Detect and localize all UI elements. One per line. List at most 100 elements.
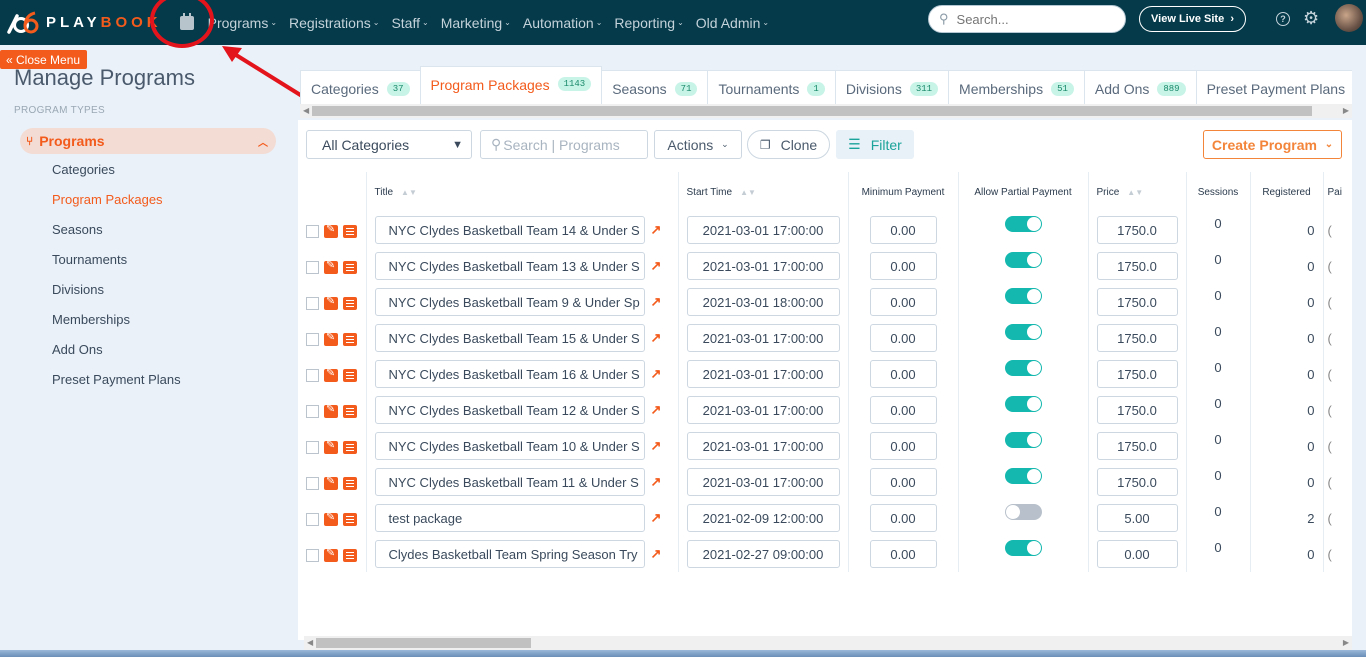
- scroll-left-icon[interactable]: ◀: [307, 636, 313, 650]
- tab-divisions[interactable]: Divisions 311: [834, 70, 950, 104]
- list-icon[interactable]: [343, 224, 357, 238]
- external-link-icon[interactable]: ↗: [651, 222, 662, 238]
- start-time-input[interactable]: 2021-03-01 18:00:00: [686, 288, 840, 316]
- row-checkbox[interactable]: [306, 332, 319, 346]
- list-icon[interactable]: [343, 440, 357, 454]
- price-input[interactable]: 1750.0: [1096, 216, 1178, 244]
- external-link-icon[interactable]: ↗: [651, 546, 662, 562]
- price-input[interactable]: 1750.0: [1096, 396, 1178, 424]
- tabs-scrollbar[interactable]: ◀ ▶: [300, 104, 1352, 118]
- title-input[interactable]: NYC Clydes Basketball Team 12 & Under S: [374, 396, 645, 424]
- allow-partial-toggle[interactable]: [1004, 216, 1042, 232]
- sidebar-item-program-packages[interactable]: Program Packages: [52, 190, 181, 220]
- list-icon[interactable]: [343, 476, 357, 490]
- filter-button[interactable]: ☰ Filter: [836, 130, 914, 159]
- program-search-input[interactable]: ⚲ Search | Programs: [480, 130, 648, 159]
- row-checkbox[interactable]: [306, 404, 319, 418]
- tab-preset-payment-plans[interactable]: Preset Payment Plans: [1195, 70, 1352, 104]
- min-payment-input[interactable]: 0.00: [869, 360, 937, 388]
- start-time-input[interactable]: 2021-03-01 17:00:00: [686, 360, 840, 388]
- list-icon[interactable]: [343, 260, 357, 274]
- edit-icon[interactable]: [324, 438, 338, 454]
- list-icon[interactable]: [343, 332, 357, 346]
- external-link-icon[interactable]: ↗: [651, 474, 662, 490]
- avatar[interactable]: [1335, 4, 1363, 32]
- scroll-left-icon[interactable]: ◀: [303, 104, 309, 118]
- scroll-right-icon[interactable]: ▶: [1343, 636, 1349, 650]
- price-input[interactable]: 5.00: [1096, 504, 1178, 532]
- min-payment-input[interactable]: 0.00: [869, 432, 937, 460]
- row-checkbox[interactable]: [306, 440, 319, 454]
- allow-partial-toggle[interactable]: [1004, 288, 1042, 304]
- allow-partial-toggle[interactable]: [1004, 252, 1042, 268]
- actions-dropdown[interactable]: Actions ⌄: [654, 130, 742, 159]
- tab-seasons[interactable]: Seasons 71: [601, 70, 709, 104]
- sidebar-item-tournaments[interactable]: Tournaments: [52, 250, 181, 280]
- scrollbar-thumb[interactable]: [316, 638, 531, 648]
- min-payment-input[interactable]: 0.00: [869, 216, 937, 244]
- sidebar-item-add-ons[interactable]: Add Ons: [52, 340, 181, 370]
- tab-categories[interactable]: Categories 37: [300, 70, 421, 104]
- price-input[interactable]: 0.00: [1096, 540, 1178, 568]
- list-icon[interactable]: [343, 548, 357, 562]
- min-payment-input[interactable]: 0.00: [869, 252, 937, 280]
- external-link-icon[interactable]: ↗: [651, 366, 662, 382]
- allow-partial-toggle[interactable]: [1004, 396, 1042, 412]
- sidebar-group-programs[interactable]: ⑂ Programs ︿: [20, 128, 276, 154]
- external-link-icon[interactable]: ↗: [651, 294, 662, 310]
- allow-partial-toggle[interactable]: [1004, 504, 1042, 520]
- edit-icon[interactable]: [324, 258, 338, 274]
- price-input[interactable]: 1750.0: [1096, 468, 1178, 496]
- edit-icon[interactable]: [324, 366, 338, 382]
- nav-programs[interactable]: Programs ⌄: [208, 15, 277, 31]
- edit-icon[interactable]: [324, 402, 338, 418]
- row-checkbox[interactable]: [306, 476, 319, 490]
- min-payment-input[interactable]: 0.00: [869, 288, 937, 316]
- start-time-input[interactable]: 2021-03-01 17:00:00: [686, 468, 840, 496]
- list-icon[interactable]: [343, 296, 357, 310]
- price-input[interactable]: 1750.0: [1096, 324, 1178, 352]
- min-payment-input[interactable]: 0.00: [869, 540, 937, 568]
- sidebar-item-divisions[interactable]: Divisions: [52, 280, 181, 310]
- title-input[interactable]: NYC Clydes Basketball Team 14 & Under S: [374, 216, 645, 244]
- list-icon[interactable]: [343, 368, 357, 382]
- sidebar-item-seasons[interactable]: Seasons: [52, 220, 181, 250]
- row-checkbox[interactable]: [306, 368, 319, 382]
- price-input[interactable]: 1750.0: [1096, 432, 1178, 460]
- title-input[interactable]: NYC Clydes Basketball Team 13 & Under S: [374, 252, 645, 280]
- edit-icon[interactable]: [324, 330, 338, 346]
- sort-icon[interactable]: ▲▼: [1127, 188, 1143, 197]
- allow-partial-toggle[interactable]: [1004, 540, 1042, 556]
- external-link-icon[interactable]: ↗: [651, 402, 662, 418]
- edit-icon[interactable]: [324, 474, 338, 490]
- edit-icon[interactable]: [324, 222, 338, 238]
- global-search-input[interactable]: [956, 11, 1107, 27]
- min-payment-input[interactable]: 0.00: [869, 324, 937, 352]
- price-input[interactable]: 1750.0: [1096, 360, 1178, 388]
- row-checkbox[interactable]: [306, 548, 319, 562]
- title-input[interactable]: test package: [374, 504, 645, 532]
- allow-partial-toggle[interactable]: [1004, 324, 1042, 340]
- sort-icon[interactable]: ▲▼: [401, 188, 417, 197]
- list-icon[interactable]: [343, 512, 357, 526]
- nav-registrations[interactable]: Registrations ⌄: [289, 15, 379, 31]
- tab-add-ons[interactable]: Add Ons 889: [1083, 70, 1197, 104]
- start-time-input[interactable]: 2021-03-01 17:00:00: [686, 324, 840, 352]
- tab-tournaments[interactable]: Tournaments 1: [707, 70, 836, 104]
- title-input[interactable]: NYC Clydes Basketball Team 10 & Under S: [374, 432, 645, 460]
- price-input[interactable]: 1750.0: [1096, 288, 1178, 316]
- sidebar-item-categories[interactable]: Categories: [52, 160, 181, 190]
- min-payment-input[interactable]: 0.00: [869, 396, 937, 424]
- help-icon[interactable]: ?: [1276, 12, 1290, 26]
- edit-icon[interactable]: [324, 546, 338, 562]
- row-checkbox[interactable]: [306, 512, 319, 526]
- title-input[interactable]: NYC Clydes Basketball Team 9 & Under Sp: [374, 288, 645, 316]
- min-payment-input[interactable]: 0.00: [869, 504, 937, 532]
- nav-marketing[interactable]: Marketing ⌄: [441, 15, 511, 31]
- title-input[interactable]: Clydes Basketball Team Spring Season Try: [374, 540, 645, 568]
- external-link-icon[interactable]: ↗: [651, 510, 662, 526]
- row-checkbox[interactable]: [306, 224, 319, 238]
- edit-icon[interactable]: [324, 294, 338, 310]
- allow-partial-toggle[interactable]: [1004, 360, 1042, 376]
- clone-button[interactable]: ❐ Clone: [747, 130, 830, 159]
